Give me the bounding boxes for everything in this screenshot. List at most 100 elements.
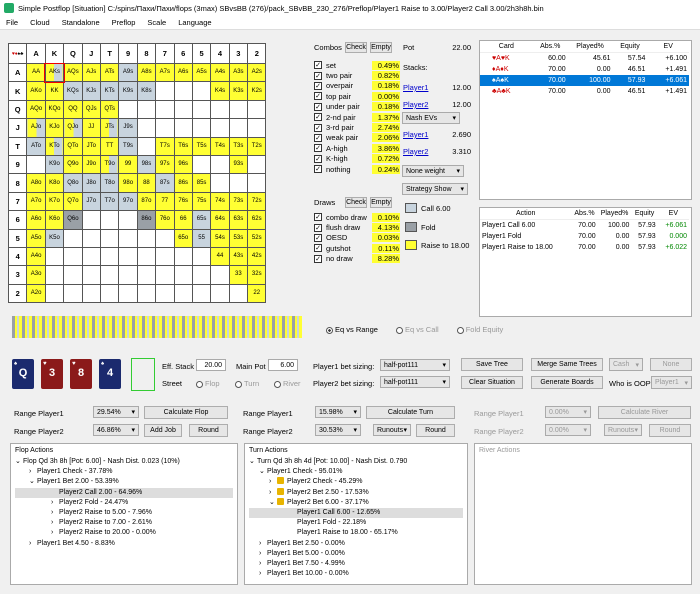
hand-cell[interactable] [210, 154, 230, 175]
turn-tree-node[interactable]: Player1 Fold - 22.18% [249, 518, 463, 528]
hand-cell[interactable]: 63s [228, 210, 249, 230]
hand-cell[interactable]: 76s [173, 191, 193, 212]
hand-cell[interactable]: 43s [228, 246, 249, 267]
turn-round-button[interactable]: Round [416, 424, 455, 437]
combos-row[interactable]: ✓ nothing 0.24% [314, 164, 400, 174]
hand-cell[interactable] [191, 246, 212, 267]
hand-cell[interactable]: A3s [228, 62, 249, 83]
draws-empty-button[interactable]: Empty [370, 197, 392, 208]
hand-cell[interactable]: T7s [155, 136, 175, 156]
hand-cell[interactable]: J7o [81, 191, 101, 212]
draws-row[interactable]: ✓ gutshot 0.11% [314, 243, 400, 253]
weight-select[interactable]: None weight [402, 165, 464, 177]
hand-cell[interactable] [136, 118, 157, 138]
hand-cell[interactable]: A2s [247, 62, 267, 83]
checkbox-icon[interactable]: ✓ [314, 71, 322, 80]
flop-tree-node[interactable]: ⌄ Player1 Bet 2.00 - 53.39% [15, 477, 233, 487]
combos-row[interactable]: ✓ top pair 0.00% [314, 91, 400, 101]
action-row[interactable]: Player1 Fold 70.00 0.00 57.93 0.000 [480, 231, 689, 242]
hand-cell[interactable] [118, 283, 138, 304]
hand-cell[interactable] [118, 99, 138, 120]
hand-cell[interactable]: 96s [173, 154, 193, 175]
calculate-river-button[interactable]: Calculate River [598, 406, 691, 419]
board-card[interactable]: ♥ 8 [70, 359, 92, 389]
combos-row[interactable]: ✓ 3-rd pair 2.74% [314, 122, 400, 133]
turn-tree-node[interactable]: › Player2 Bet 2.50 - 17.53% [249, 487, 463, 498]
hand-cell[interactable] [155, 283, 175, 304]
checkbox-icon[interactable]: ✓ [314, 123, 322, 132]
hand-cell[interactable]: 52s [247, 228, 267, 248]
hand-cell[interactable] [155, 246, 175, 267]
hand-cell[interactable]: T9s [118, 136, 138, 156]
merge-trees-button[interactable]: Merge Same Trees [531, 358, 603, 371]
hand-cell[interactable] [136, 283, 157, 304]
flop-tree-node[interactable]: ⌄ Flop Qd 3h 8h [Pot: 6.00] - Nash Dist. … [15, 457, 233, 467]
eff-stack-input[interactable]: 20.00 [196, 359, 226, 371]
turn-tree-node[interactable]: › Player1 Bet 5.00 - 0.00% [249, 549, 463, 559]
hand-cell[interactable]: 76o [155, 210, 175, 230]
checkbox-icon[interactable]: ✓ [314, 113, 322, 122]
hand-cell[interactable] [173, 118, 193, 138]
combos-row[interactable]: ✓ 2-nd pair 1.37% [314, 112, 400, 122]
combos-row[interactable]: ✓ overpair 0.18% [314, 81, 400, 91]
hand-cell[interactable]: T8o [99, 173, 120, 193]
hand-cell[interactable]: QQ [63, 99, 83, 120]
ev-player2-link[interactable]: Player2 [403, 147, 428, 164]
hand-cell[interactable] [228, 283, 249, 304]
hand-cell[interactable] [136, 99, 157, 120]
flop-tree-node[interactable]: › Player2 Raise to 7.00 - 2.61% [15, 518, 233, 528]
checkbox-icon[interactable]: ✓ [314, 223, 322, 232]
hand-cell[interactable] [118, 265, 138, 285]
hand-cell[interactable]: 98o [118, 173, 138, 193]
hand-cell[interactable]: KQs [63, 81, 83, 101]
river-runouts-select[interactable]: Runouts [604, 424, 642, 436]
hand-cell[interactable]: A8s [136, 62, 157, 83]
hand-cell[interactable] [99, 283, 120, 304]
hand-cell[interactable]: JJ [81, 118, 101, 138]
hand-cell[interactable]: AJs [81, 62, 101, 83]
action-table-header[interactable]: Abs.% [571, 208, 598, 220]
hand-cell[interactable] [173, 283, 193, 304]
checkbox-icon[interactable]: ✓ [314, 233, 322, 242]
turn-tree-node[interactable]: › Player1 Bet 10.00 - 0.00% [249, 569, 463, 579]
hand-cell[interactable] [228, 99, 249, 120]
hand-cell[interactable] [210, 283, 230, 304]
expand-arrow-icon[interactable]: › [29, 539, 37, 549]
range-grid[interactable]: ♥♦♠♣ A K Q J T 9 8 7 6 5 4 3 2 A AA AKs AQs AJs ATs A9s A8s A7… [7, 43, 267, 304]
hand-row[interactable]: ♣A♣K 70.00 0.00 46.51 +1.491 [480, 86, 689, 97]
hand-cell[interactable]: A4s [210, 62, 230, 83]
combos-row[interactable]: ✓ A-high 3.86% [314, 143, 400, 153]
flop-tree-node[interactable]: › Player2 Fold - 24.47% [15, 498, 233, 508]
river-round-button[interactable]: Round [649, 424, 691, 437]
hand-cell[interactable]: A9s [118, 62, 138, 83]
hand-cell[interactable]: KK [44, 81, 65, 101]
turn-tree-node[interactable]: ⌄ Player2 Bet 6.00 - 37.17% [249, 497, 463, 508]
hand-cell[interactable] [136, 228, 157, 248]
eq-vs-call-radio[interactable]: Eq vs Call [395, 325, 439, 334]
hand-cell[interactable]: Q7o [63, 191, 83, 212]
turn-tree-node[interactable]: › Player2 Check - 45.29% [249, 477, 463, 487]
hand-cell[interactable]: K8s [136, 81, 157, 101]
combos-check-button[interactable]: Check [345, 42, 367, 53]
combos-empty-button[interactable]: Empty [370, 42, 392, 53]
hand-cell[interactable] [210, 265, 230, 285]
cash-select[interactable]: Cash [609, 358, 643, 371]
hand-cell[interactable]: J8o [81, 173, 101, 193]
draws-row[interactable]: ✓ no draw 8.28% [314, 254, 400, 264]
combos-row[interactable]: ✓ K-high 0.72% [314, 154, 400, 164]
hand-cell[interactable] [63, 228, 83, 248]
hand-cell[interactable]: 87o [136, 191, 157, 212]
hand-cell[interactable] [247, 99, 267, 120]
stack-player1-link[interactable]: Player1 [403, 83, 428, 100]
generate-boards-button[interactable]: Generate Boards [531, 376, 603, 389]
hand-cell[interactable] [44, 246, 65, 267]
hand-cell[interactable]: A6o [26, 210, 46, 230]
hand-cell[interactable]: JTs [99, 118, 120, 138]
hand-cell[interactable] [44, 283, 65, 304]
hand-cell[interactable]: KTo [44, 136, 65, 156]
action-table-header[interactable]: Equity [631, 208, 658, 220]
board-card[interactable]: ♠ Q [12, 359, 34, 389]
checkbox-icon[interactable]: ✓ [314, 81, 322, 90]
hand-table-header[interactable]: Played% [567, 41, 613, 53]
expand-arrow-icon[interactable]: › [259, 569, 267, 579]
